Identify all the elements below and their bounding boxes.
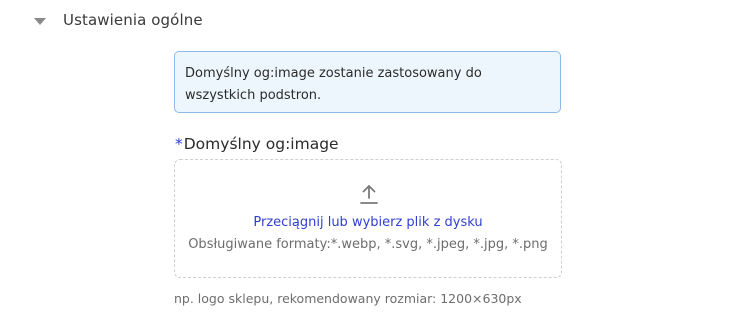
upload-browse-link[interactable]: Przeciągnij lub wybierz plik z dysku [175, 215, 561, 230]
upload-icon [360, 185, 378, 204]
info-alert-text: Domyślny og:image zostanie zastosowany d… [185, 66, 482, 103]
info-alert: Domyślny og:image zostanie zastosowany d… [174, 51, 561, 113]
required-mark: * [175, 135, 183, 153]
og-image-hint: np. logo sklepu, rekomendowany rozmiar: … [174, 291, 522, 306]
caret-down-icon[interactable] [34, 17, 46, 25]
section-title: Ustawienia ogólne [63, 11, 203, 29]
og-image-field-label: * Domyślny og:image [175, 133, 339, 155]
og-image-upload-dropzone[interactable]: Przeciągnij lub wybierz plik z dysku Obs… [174, 159, 562, 278]
upload-supported-formats: Obsługiwane formaty:*.webp, *.svg, *.jpe… [188, 237, 548, 252]
og-image-label-text: Domyślny og:image [183, 135, 339, 153]
section-toggle-general-settings[interactable]: Ustawienia ogólne [34, 8, 203, 32]
settings-panel: Ustawienia ogólne Domyślny og:image zost… [0, 0, 739, 332]
